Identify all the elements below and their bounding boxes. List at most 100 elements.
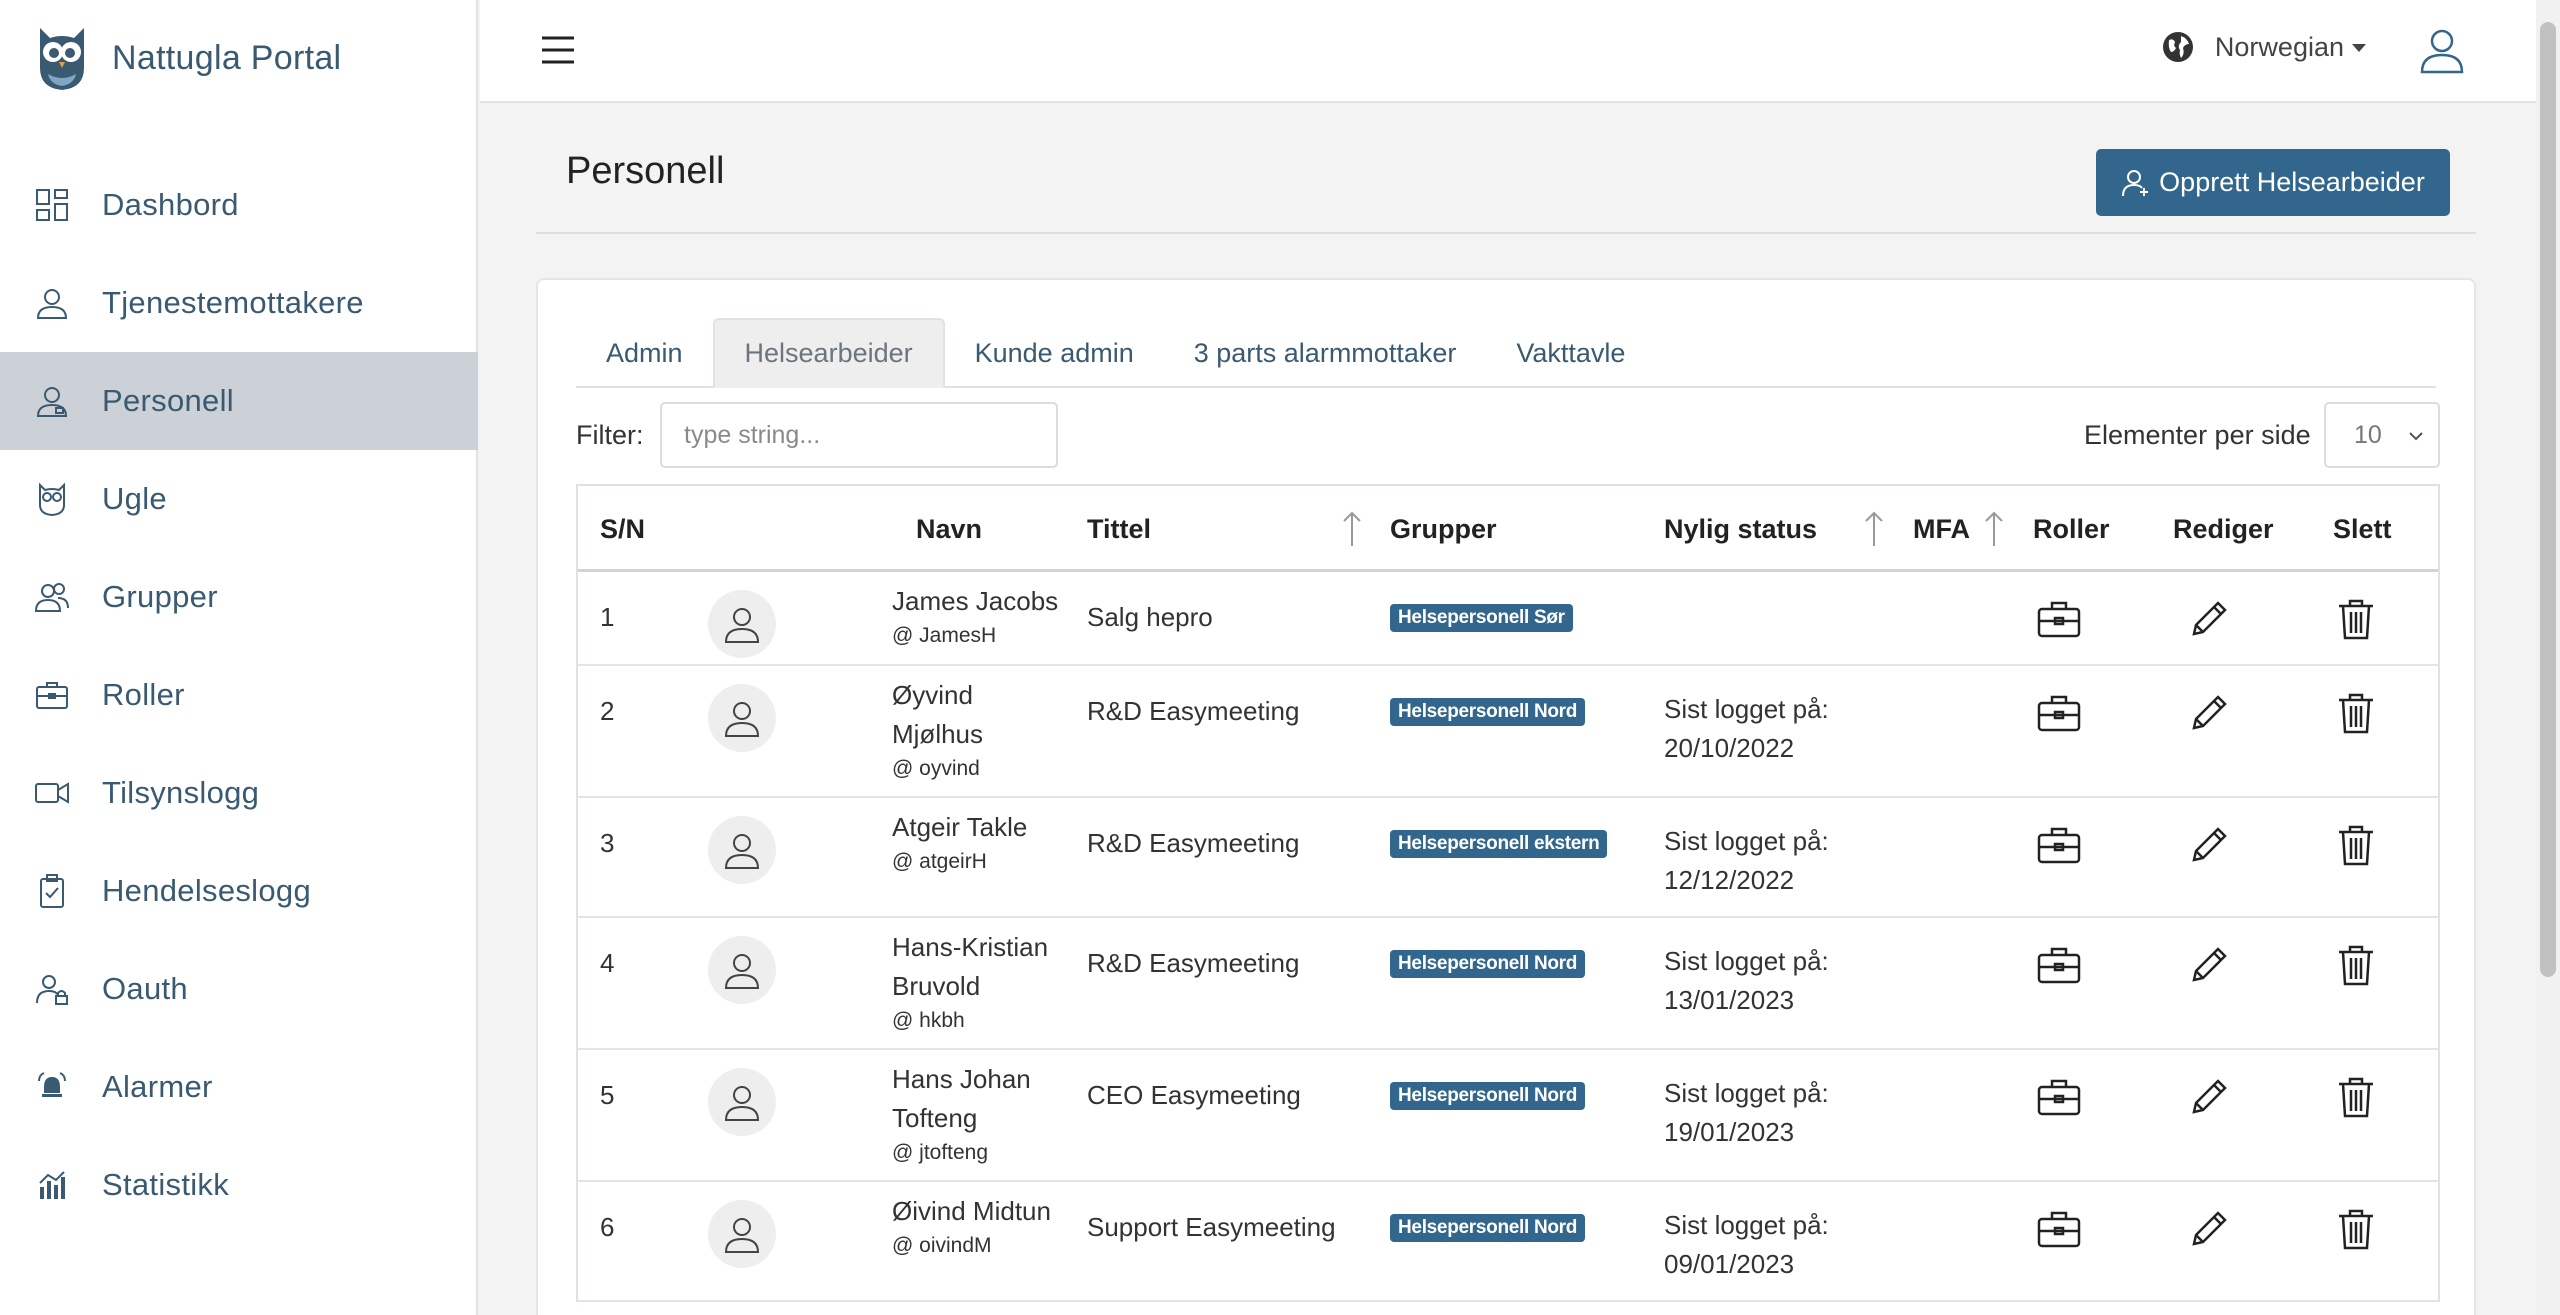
row-status-line1: Sist logget på:	[1664, 1210, 1829, 1240]
topbar: Norwegian	[480, 0, 2536, 103]
row-status-line2: 12/12/2022	[1664, 865, 1795, 895]
delete-button[interactable]	[2333, 1074, 2379, 1120]
delete-button[interactable]	[2333, 822, 2379, 868]
items-per-page-value: 10	[2354, 420, 2382, 449]
row-status: Sist logget på: 20/10/2022	[1664, 690, 1829, 768]
sidebar-item-tjenestemottakere[interactable]: Tjenestemottakere	[0, 254, 478, 352]
row-status-line2: 13/01/2023	[1664, 985, 1795, 1015]
sidebar-item-label: Roller	[102, 677, 185, 712]
sort-arrow-up-icon[interactable]	[1341, 510, 1363, 548]
user-avatar-icon	[724, 608, 760, 643]
avatar	[708, 816, 776, 884]
clipboard-check-icon	[34, 873, 70, 909]
row-status-line1: Sist logget på:	[1664, 694, 1829, 724]
pencil-icon	[2192, 601, 2227, 636]
sidebar-item-dashbord[interactable]: Dashbord	[0, 156, 478, 254]
roles-button[interactable]	[2036, 822, 2082, 868]
sidebar-item-alarmer[interactable]: Alarmer	[0, 1038, 478, 1136]
trash-icon	[2339, 1209, 2373, 1250]
page-scrollbar[interactable]	[2536, 0, 2560, 1315]
create-health-worker-button[interactable]: Opprett Helsearbeider	[2096, 149, 2450, 216]
column-header-status[interactable]: Nylig status	[1664, 486, 1817, 572]
table-row[interactable]: 3 Atgeir Takle @ atgeirH R&D Easymeeting…	[578, 798, 2438, 918]
items-per-page-select[interactable]: 10	[2324, 402, 2440, 468]
tab-admin[interactable]: Admin	[576, 318, 713, 388]
row-title: R&D Easymeeting	[1087, 828, 1300, 858]
roles-button[interactable]	[2036, 942, 2082, 988]
items-per-page-label: Elementer per side	[2084, 420, 2311, 450]
table-row[interactable]: 6 Øivind Midtun @ oivindM Support Easyme…	[578, 1182, 2438, 1302]
language-label: Norwegian	[2214, 31, 2344, 62]
filter-label: Filter:	[576, 420, 644, 450]
edit-button[interactable]	[2186, 690, 2232, 736]
sidebar-item-roller[interactable]: Roller	[0, 646, 478, 744]
language-dropdown[interactable]: Norwegian	[2161, 30, 2366, 64]
row-status: Sist logget på: 12/12/2022	[1664, 822, 1829, 900]
delete-button[interactable]	[2333, 596, 2379, 642]
scrollbar-thumb[interactable]	[2540, 22, 2556, 977]
column-header-title[interactable]: Tittel	[1087, 486, 1151, 572]
delete-button[interactable]	[2333, 1206, 2379, 1252]
table-row[interactable]: 2 Øyvind Mjølhus @ oyvind R&D Easymeetin…	[578, 666, 2438, 798]
brand[interactable]: Nattugla Portal	[34, 22, 341, 94]
row-status-line2: 19/01/2023	[1664, 1117, 1795, 1147]
edit-button[interactable]	[2186, 822, 2232, 868]
group-badge: Helsepersonell Sør	[1390, 604, 1573, 632]
user-icon	[34, 285, 70, 321]
briefcase-icon	[2037, 601, 2081, 638]
sort-arrow-up-icon[interactable]	[1983, 510, 2005, 548]
edit-button[interactable]	[2186, 1074, 2232, 1120]
sidebar-item-label: Oauth	[102, 971, 188, 1006]
sidebar-item-oauth[interactable]: Oauth	[0, 940, 478, 1038]
table-row[interactable]: 5 Hans Johan Tofteng @ jtofteng CEO Easy…	[578, 1050, 2438, 1182]
sidebar-item-tilsynslogg[interactable]: Tilsynslogg	[0, 744, 478, 842]
sidebar-item-statistikk[interactable]: Statistikk	[0, 1136, 478, 1234]
row-username: @ jtofteng	[892, 1141, 989, 1164]
column-header-groups[interactable]: Grupper	[1390, 486, 1497, 572]
roles-button[interactable]	[2036, 1206, 2082, 1252]
tab-helsearbeider[interactable]: Helsearbeider	[712, 318, 945, 388]
sidebar-item-hendelseslogg[interactable]: Hendelseslogg	[0, 842, 478, 940]
row-status-line2: 09/01/2023	[1664, 1249, 1795, 1279]
group-badge: Helsepersonell Nord	[1390, 950, 1586, 978]
user-avatar-icon	[724, 1218, 760, 1253]
edit-button[interactable]	[2186, 596, 2232, 642]
add-user-icon	[2122, 169, 2149, 196]
column-header-mfa[interactable]: MFA	[1913, 486, 1970, 572]
roles-button[interactable]	[2036, 596, 2082, 642]
row-title: R&D Easymeeting	[1087, 948, 1300, 978]
edit-button[interactable]	[2186, 1206, 2232, 1252]
row-username: @ atgeirH	[892, 850, 987, 873]
globe-icon	[2162, 32, 2193, 62]
row-name-line1: Hans Johan	[892, 1064, 1031, 1094]
briefcase-icon	[34, 677, 70, 713]
user-account-icon[interactable]	[2418, 26, 2466, 74]
page-title: Personell	[566, 150, 725, 192]
tab-3-parts-alarmmottaker[interactable]: 3 parts alarmmottaker	[1164, 318, 1487, 388]
sidebar-item-ugle[interactable]: Ugle	[0, 450, 478, 548]
header-divider	[536, 232, 2476, 234]
column-header-name[interactable]: Navn	[916, 486, 982, 572]
tab-vakttavle[interactable]: Vakttavle	[1486, 318, 1655, 388]
row-title: R&D Easymeeting	[1087, 696, 1300, 726]
sidebar-item-label: Personell	[102, 383, 234, 418]
user-avatar-icon	[724, 834, 760, 869]
table-row[interactable]: 1 James Jacobs @ JamesH Salg hepro Helse…	[578, 572, 2438, 666]
filter-input[interactable]	[660, 402, 1058, 468]
sidebar-item-grupper[interactable]: Grupper	[0, 548, 478, 646]
hamburger-menu-icon[interactable]	[540, 32, 576, 68]
table-row[interactable]: 4 Hans-Kristian Bruvold @ hkbh R&D Easym…	[578, 918, 2438, 1050]
row-username: @ JamesH	[892, 624, 997, 647]
trash-icon	[2339, 825, 2373, 866]
roles-button[interactable]	[2036, 690, 2082, 736]
column-header-edit: Rediger	[2173, 513, 2274, 544]
edit-button[interactable]	[2186, 942, 2232, 988]
sidebar-item-personell[interactable]: Personell	[0, 352, 478, 450]
delete-button[interactable]	[2333, 690, 2379, 736]
briefcase-icon	[2037, 827, 2081, 864]
pencil-icon	[2192, 1079, 2227, 1114]
sort-arrow-up-icon[interactable]	[1863, 510, 1885, 548]
tab-kunde-admin[interactable]: Kunde admin	[945, 318, 1164, 388]
delete-button[interactable]	[2333, 942, 2379, 988]
roles-button[interactable]	[2036, 1074, 2082, 1120]
